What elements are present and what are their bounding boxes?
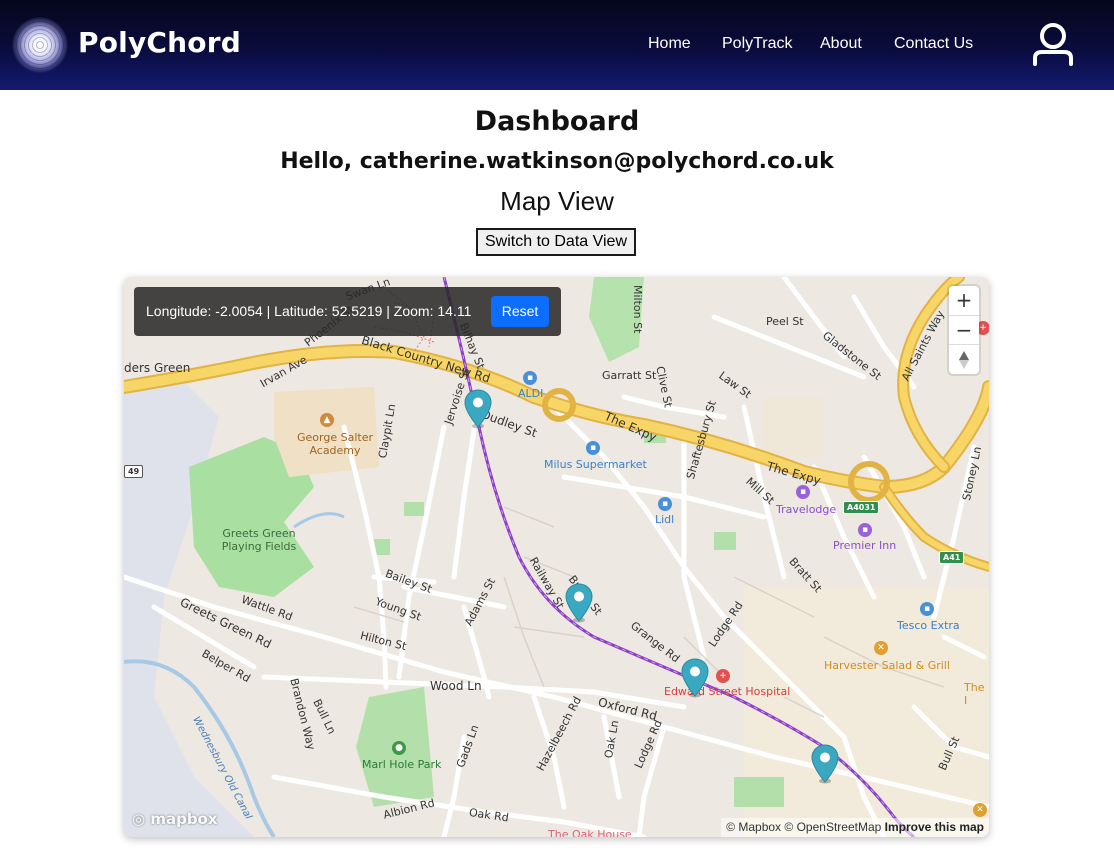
hotel-icon: ▪ bbox=[796, 485, 810, 499]
map-label-lidl: Lidl bbox=[655, 513, 675, 526]
map-label-milton-st: Milton St bbox=[631, 285, 644, 334]
hospital-icon: + bbox=[716, 669, 730, 683]
restaurant-icon: ✕ bbox=[973, 803, 987, 817]
map-label-premier-inn: Premier Inn bbox=[833, 539, 897, 552]
map-coordinates-text: Longitude: -2.0054 | Latitude: 52.5219 |… bbox=[146, 303, 472, 319]
road-shield-a4031: A4031 bbox=[843, 501, 880, 514]
map-label-garratt-st: Garratt St bbox=[602, 369, 657, 382]
shopping-icon: ▪ bbox=[586, 441, 600, 455]
user-icon[interactable] bbox=[1029, 22, 1077, 68]
zoom-controls: + − bbox=[949, 286, 979, 374]
map-attribution: © Mapbox © OpenStreetMap Improve this ma… bbox=[721, 818, 989, 837]
mapbox-logo[interactable]: ◎ mapbox bbox=[132, 810, 218, 828]
compass-button[interactable] bbox=[949, 344, 979, 374]
improve-map-link[interactable]: Improve this map bbox=[885, 820, 984, 834]
map-label-harvester: Harvester Salad & Grill bbox=[824, 659, 950, 672]
page-title: Dashboard bbox=[474, 106, 640, 137]
reset-button[interactable]: Reset bbox=[491, 296, 549, 327]
map-label-tesco-extra: Tesco Extra bbox=[897, 619, 960, 632]
map-container[interactable]: ders Green Phoenix St Irvan Ave Black Co… bbox=[124, 277, 989, 837]
hotel-icon: ▪ bbox=[858, 523, 872, 537]
restaurant-icon: ✕ bbox=[874, 641, 888, 655]
park-icon: ● bbox=[392, 741, 406, 755]
map-marker-icon[interactable] bbox=[681, 658, 709, 698]
zoom-in-button[interactable]: + bbox=[949, 286, 979, 315]
nav-link-about[interactable]: About bbox=[820, 35, 862, 53]
map-marker-icon[interactable] bbox=[464, 389, 492, 429]
map-info-panel: Longitude: -2.0054 | Latitude: 52.5219 |… bbox=[134, 287, 561, 336]
nav-link-home[interactable]: Home bbox=[648, 35, 691, 53]
shopping-icon: ▪ bbox=[523, 371, 537, 385]
map-marker-icon[interactable] bbox=[811, 744, 839, 784]
mapbox-logo-icon: ◎ bbox=[132, 810, 146, 828]
map-label-greets-green-playing-fields: Greets Green Playing Fields bbox=[221, 527, 297, 553]
shopping-icon: ▪ bbox=[658, 497, 672, 511]
road-shield-49: 49 bbox=[124, 465, 144, 478]
map-label-george-salter-academy: George Salter Academy bbox=[297, 431, 373, 457]
nav-link-contact-us[interactable]: Contact Us bbox=[894, 35, 973, 53]
map-label-wood-ln: Wood Ln bbox=[430, 679, 482, 693]
shopping-icon: ▪ bbox=[920, 602, 934, 616]
map-label-marl-hole-park: Marl Hole Park bbox=[362, 758, 442, 771]
nav-link-polytrack[interactable]: PolyTrack bbox=[722, 35, 793, 53]
view-title: Map View bbox=[500, 186, 614, 216]
school-icon: ▲ bbox=[320, 413, 334, 427]
navbar: PolyChord Home PolyTrack About Contact U… bbox=[0, 0, 1114, 90]
polychord-logo-icon[interactable] bbox=[12, 17, 68, 73]
map-label-greens-green-edge: ders Green bbox=[124, 361, 191, 375]
map-marker-icon[interactable] bbox=[565, 583, 593, 623]
map-label-travelodge: Travelodge bbox=[776, 503, 837, 516]
map-label-aldi: ALDI bbox=[518, 387, 544, 400]
zoom-out-button[interactable]: − bbox=[949, 315, 979, 345]
attribution-mapbox-link[interactable]: © Mapbox bbox=[726, 820, 781, 834]
map-label-the-house: The House I bbox=[964, 681, 989, 707]
attribution-osm-link[interactable]: © OpenStreetMap bbox=[784, 820, 881, 834]
switch-to-data-view-button[interactable]: Switch to Data View bbox=[476, 228, 636, 256]
map-label-peel-st: Peel St bbox=[766, 315, 804, 328]
map-label-milus-supermarket: Milus Supermarket bbox=[544, 458, 647, 471]
map-label-the-oak-house: The Oak House bbox=[548, 828, 632, 837]
brand-name[interactable]: PolyChord bbox=[78, 26, 241, 59]
compass-icon bbox=[959, 351, 969, 369]
greeting: Hello, catherine.watkinson@polychord.co.… bbox=[280, 149, 834, 174]
mapbox-logo-text: mapbox bbox=[150, 810, 218, 828]
road-shield-a41: A41 bbox=[939, 551, 965, 564]
